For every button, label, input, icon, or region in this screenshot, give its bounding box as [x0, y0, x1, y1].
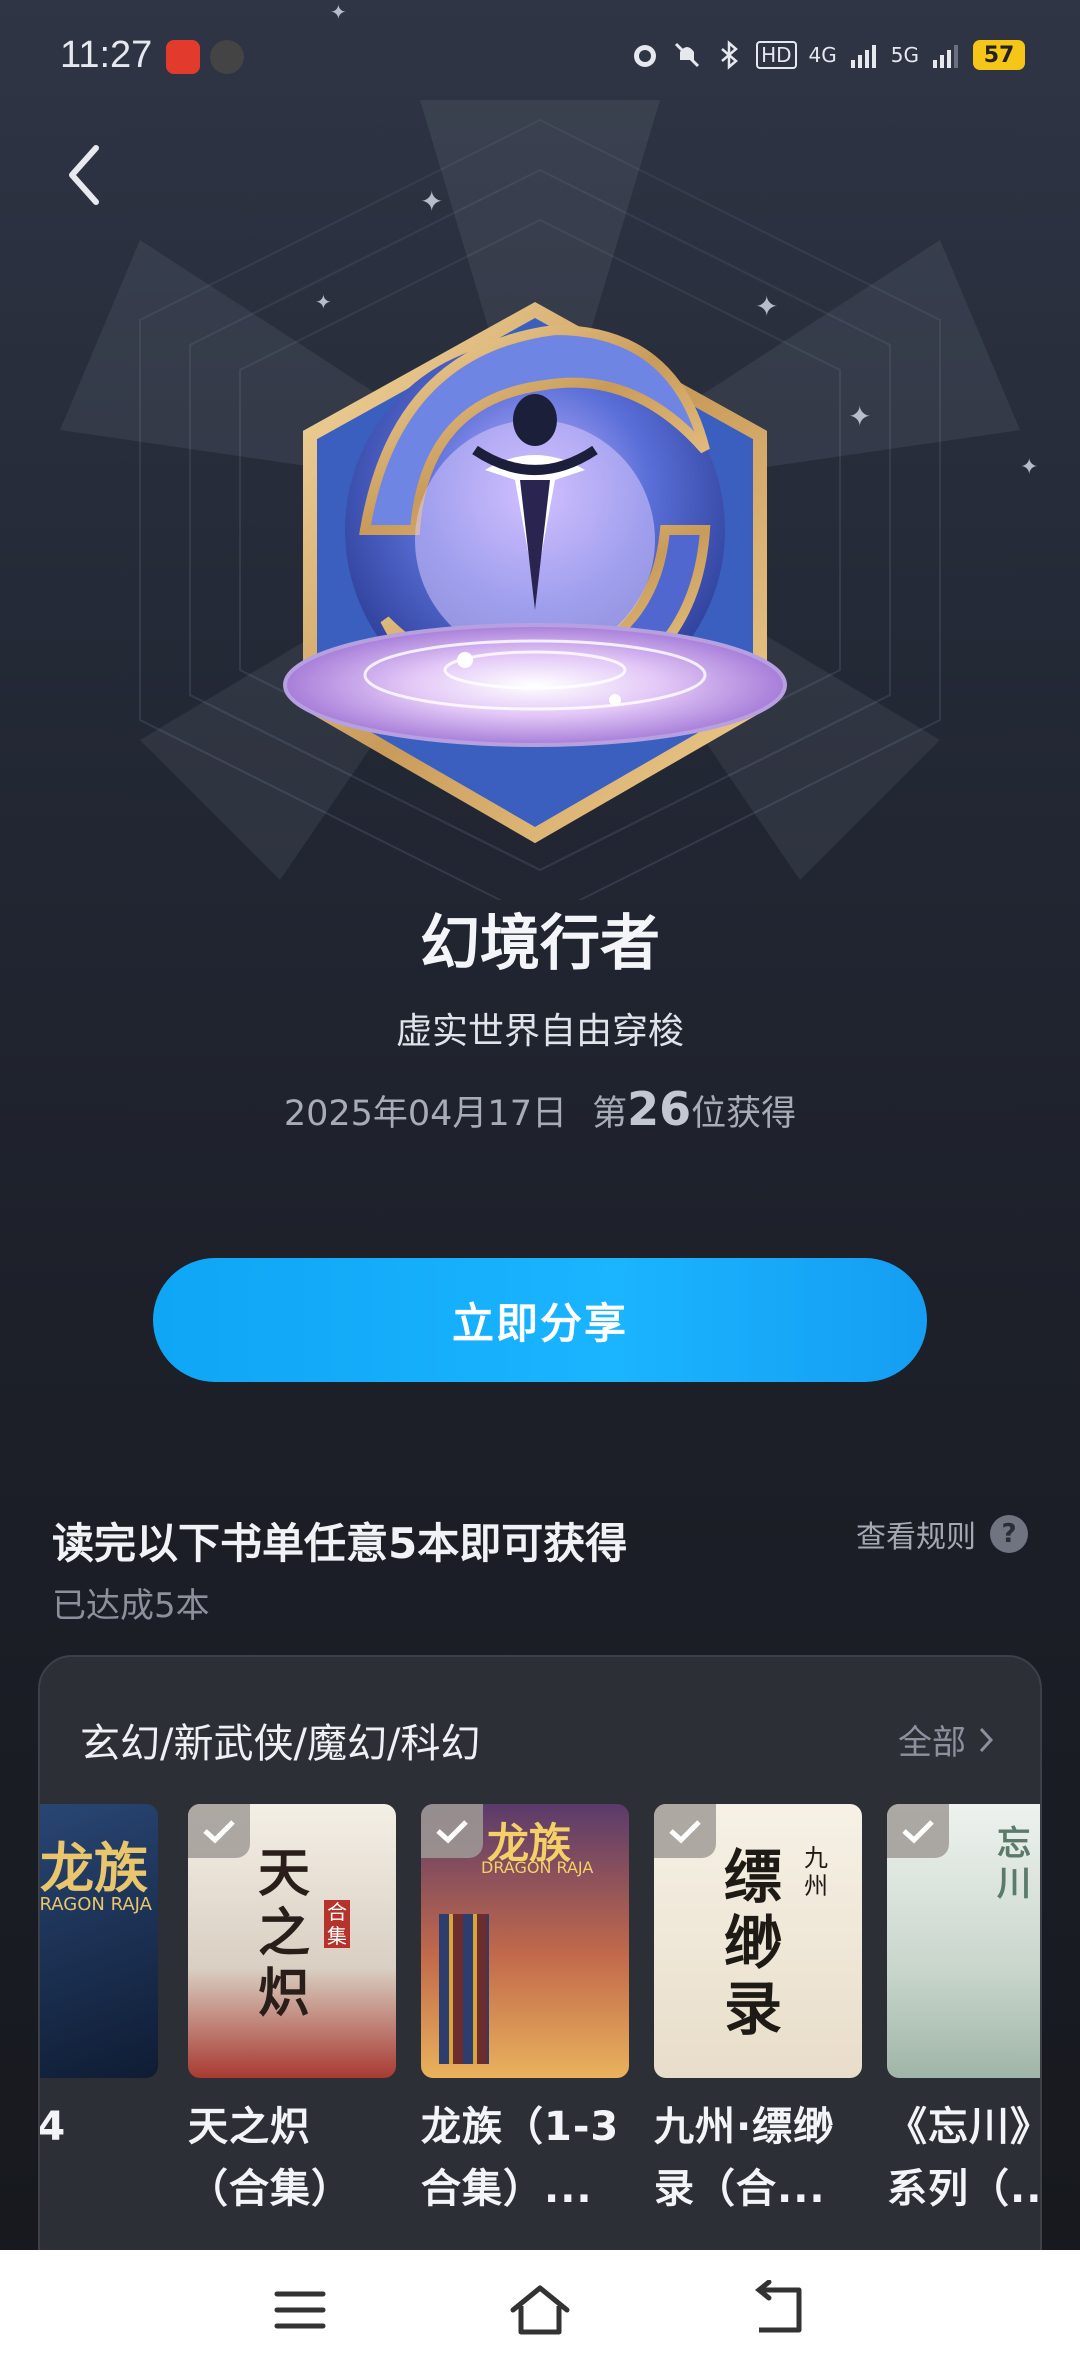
- home-icon[interactable]: [505, 2280, 575, 2340]
- network-5g: 5G: [890, 43, 919, 67]
- view-rules-link[interactable]: 查看规则 ?: [856, 1512, 1028, 1556]
- game-app-icon: [210, 40, 244, 74]
- book-cover: 龙族 DRAGON RAJA: [421, 1804, 629, 2078]
- status-bar: 11:27 HD 4G 5G 57: [0, 0, 1080, 110]
- book-cover-title: 龙族: [40, 1837, 148, 1900]
- task-title: 读完以下书单任意5本即可获得: [52, 1519, 628, 1568]
- book-cover-title: 缥缈录: [724, 1843, 783, 2043]
- book-title: 天之炽 （合集）: [188, 2104, 352, 2212]
- hd-indicator: HD: [756, 41, 797, 69]
- chevron-right-icon: [979, 1727, 994, 1752]
- badge-subtitle: 虚实世界自由穿梭: [395, 1011, 684, 1052]
- check-icon: [188, 1804, 250, 1858]
- status-time: 11:27: [60, 34, 153, 76]
- rank-number: 26: [627, 1082, 692, 1136]
- book-list-row: 龙族 DRAGON RAJA （1-4 ） 天之炽 合集 天之炽 （合集） 龙族…: [38, 1804, 1042, 2264]
- network-4g: 4G: [808, 43, 837, 67]
- book-title: 九州·缥缈 录（合...: [654, 2104, 835, 2212]
- book-item[interactable]: 缥缈录 九州 九州·缥缈 录（合...: [654, 1804, 862, 2220]
- share-button[interactable]: 立即分享: [153, 1258, 927, 1382]
- bluetooth-icon: [721, 40, 738, 70]
- badge-title: 幻境行者: [420, 909, 660, 979]
- view-all-label: 全部: [898, 1723, 966, 1763]
- signal-icon: [850, 45, 876, 68]
- book-cover-title: 忘川: [997, 1824, 1031, 1904]
- book-cover-subtitle: DRAGON RAJA: [38, 1894, 152, 1915]
- rank-prefix: 第: [592, 1094, 628, 1134]
- news-app-icon: [166, 40, 200, 74]
- battery-indicator: 57: [973, 40, 1025, 70]
- book-cover: 忘川: [887, 1804, 1040, 2078]
- check-icon: [887, 1804, 949, 1858]
- mute-icon: [675, 42, 700, 68]
- book-item[interactable]: 龙族 DRAGON RAJA （1-4 ）: [38, 1804, 158, 2220]
- book-cover: 龙族 DRAGON RAJA: [38, 1804, 158, 2078]
- book-cover-subtitle: DRAGON RAJA: [481, 1858, 594, 1877]
- book-title: 龙族（1-3 合集）...: [421, 2104, 620, 2212]
- menu-icon[interactable]: [265, 2280, 335, 2340]
- view-rules-label: 查看规则: [856, 1520, 976, 1555]
- book-spines: [439, 1914, 489, 2064]
- book-cover: 缥缈录 九州: [654, 1804, 862, 2078]
- badge-emblem-icon: [283, 301, 787, 844]
- book-cover-subtitle: 九州: [804, 1844, 828, 1900]
- help-icon: ?: [990, 1515, 1028, 1553]
- book-cover-title: 天之炽: [258, 1844, 311, 2024]
- rank-suffix: 位获得: [691, 1094, 797, 1134]
- book-cover-subtitle: 合集: [324, 1900, 350, 1948]
- book-item[interactable]: 龙族 DRAGON RAJA 龙族（1-3 合集）...: [421, 1804, 629, 2220]
- system-navigation-bar: [0, 2250, 1080, 2376]
- book-title: （1-4 ）: [38, 2104, 67, 2150]
- view-all-link[interactable]: 全部: [898, 1715, 994, 1764]
- book-title: 《忘川》 系列（..: [887, 2104, 1042, 2212]
- status-icons: HD 4G 5G 57: [630, 40, 1025, 70]
- book-item[interactable]: 忘川 《忘川》 系列（..: [887, 1804, 1042, 2220]
- booklist-title: 玄幻/新武侠/魔幻/科幻: [80, 1721, 481, 1767]
- check-icon: [654, 1804, 716, 1858]
- check-icon: [421, 1804, 483, 1858]
- task-progress: 已达成5本: [52, 1586, 210, 1626]
- badge-obtained-info: 2025年04月17日 第26位获得: [0, 1082, 1080, 1136]
- back-nav-icon[interactable]: [745, 2280, 815, 2340]
- book-item[interactable]: 天之炽 合集 天之炽 （合集）: [188, 1804, 396, 2220]
- alarm-icon: [634, 45, 657, 67]
- signal-icon-2: [933, 45, 958, 68]
- book-cover: 天之炽 合集: [188, 1804, 396, 2078]
- obtained-date: 2025年04月17日: [283, 1094, 567, 1134]
